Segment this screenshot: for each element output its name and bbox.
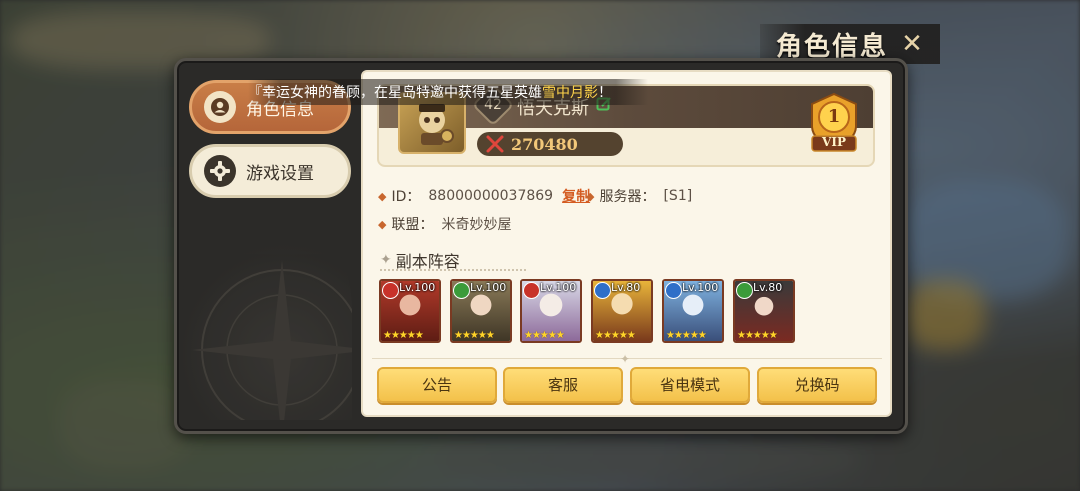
compass-decoration — [182, 200, 352, 420]
ticker-suffix: ！ — [598, 85, 612, 101]
server-label: 服务器： — [599, 189, 656, 205]
hero-stars: ★★★★★ — [595, 330, 636, 341]
water-element-icon — [665, 282, 682, 299]
hero-level: Lv.80 — [753, 281, 783, 294]
combat-power-value: 270480 — [511, 134, 578, 154]
crossed-swords-icon — [485, 134, 505, 154]
bullet-icon: ◆ — [378, 189, 387, 203]
nature-element-icon — [736, 282, 753, 299]
hero-stars: ★★★★★ — [454, 330, 495, 341]
person-icon — [204, 91, 236, 123]
redeem-code-button[interactable]: 兑换码 — [757, 367, 877, 403]
hero-level: Lv.100 — [470, 281, 507, 294]
hero-level: Lv.100 — [540, 281, 577, 294]
hero-stars: ★★★★★ — [666, 330, 707, 341]
server-row: ◆ 服务器： [S1] — [586, 186, 692, 206]
power-save-mode-button[interactable]: 省电模式 — [630, 367, 750, 403]
gear-icon — [204, 155, 236, 187]
close-icon[interactable]: ✕ — [898, 29, 926, 59]
window-title: 角色信息 — [776, 31, 889, 62]
fire-element-icon — [523, 282, 540, 299]
id-label: ID： — [391, 189, 421, 205]
hero-level: Lv.100 — [399, 281, 436, 294]
sparkle-icon: ✦ — [620, 352, 631, 366]
hero-card[interactable]: Lv.80 ★★★★★ — [591, 279, 653, 343]
alliance-row: ◆ 联盟： 米奇妙妙屋 — [378, 214, 511, 234]
alliance-label: 联盟： — [391, 217, 434, 233]
sidebar-item-game-settings[interactable]: 游戏设置 — [189, 144, 351, 198]
notice-button[interactable]: 公告 — [377, 367, 497, 403]
vip-label: VIP — [822, 135, 846, 149]
alliance-value: 米奇妙妙屋 — [441, 217, 512, 233]
customer-service-button[interactable]: 客服 — [503, 367, 623, 403]
sidebar-item-label: 游戏设置 — [246, 163, 314, 184]
hero-card[interactable]: Lv.100 ★★★★★ — [662, 279, 724, 343]
section-divider — [380, 269, 526, 271]
hero-stars: ★★★★★ — [524, 330, 565, 341]
ticker-hero-name: 雪中月影 — [542, 85, 598, 101]
hero-stars: ★★★★★ — [383, 330, 424, 341]
ticker-text: 『幸运女神的眷顾，在星岛特邀中获得五星英雄 — [248, 85, 542, 101]
bullet-icon: ◆ — [378, 217, 387, 231]
vip-level: 1 — [827, 106, 841, 127]
fire-element-icon — [382, 282, 399, 299]
hero-card[interactable]: Lv.80 ★★★★★ — [733, 279, 795, 343]
hero-card[interactable]: Lv.100 ★★★★★ — [520, 279, 582, 343]
hero-level: Lv.80 — [611, 281, 641, 294]
vip-badge[interactable]: 1 VIP — [806, 92, 862, 156]
server-value: [S1] — [663, 188, 693, 204]
hero-stars: ★★★★★ — [737, 330, 778, 341]
hero-level: Lv.100 — [682, 281, 719, 294]
nature-element-icon — [453, 282, 470, 299]
id-value: 88000000037869 — [428, 188, 554, 204]
combat-power: 270480 — [477, 132, 623, 156]
water-element-icon — [594, 282, 611, 299]
id-row: ◆ ID： 88000000037869 复制 — [378, 186, 590, 206]
hero-card[interactable]: Lv.100 ★★★★★ — [450, 279, 512, 343]
sparkle-icon: ✦ — [380, 252, 392, 268]
bullet-icon: ◆ — [586, 189, 595, 203]
hero-card[interactable]: Lv.100 ★★★★★ — [379, 279, 441, 343]
announcement-ticker: 『幸运女神的眷顾，在星岛特邀中获得五星英雄 雪中月影！ — [248, 79, 648, 105]
